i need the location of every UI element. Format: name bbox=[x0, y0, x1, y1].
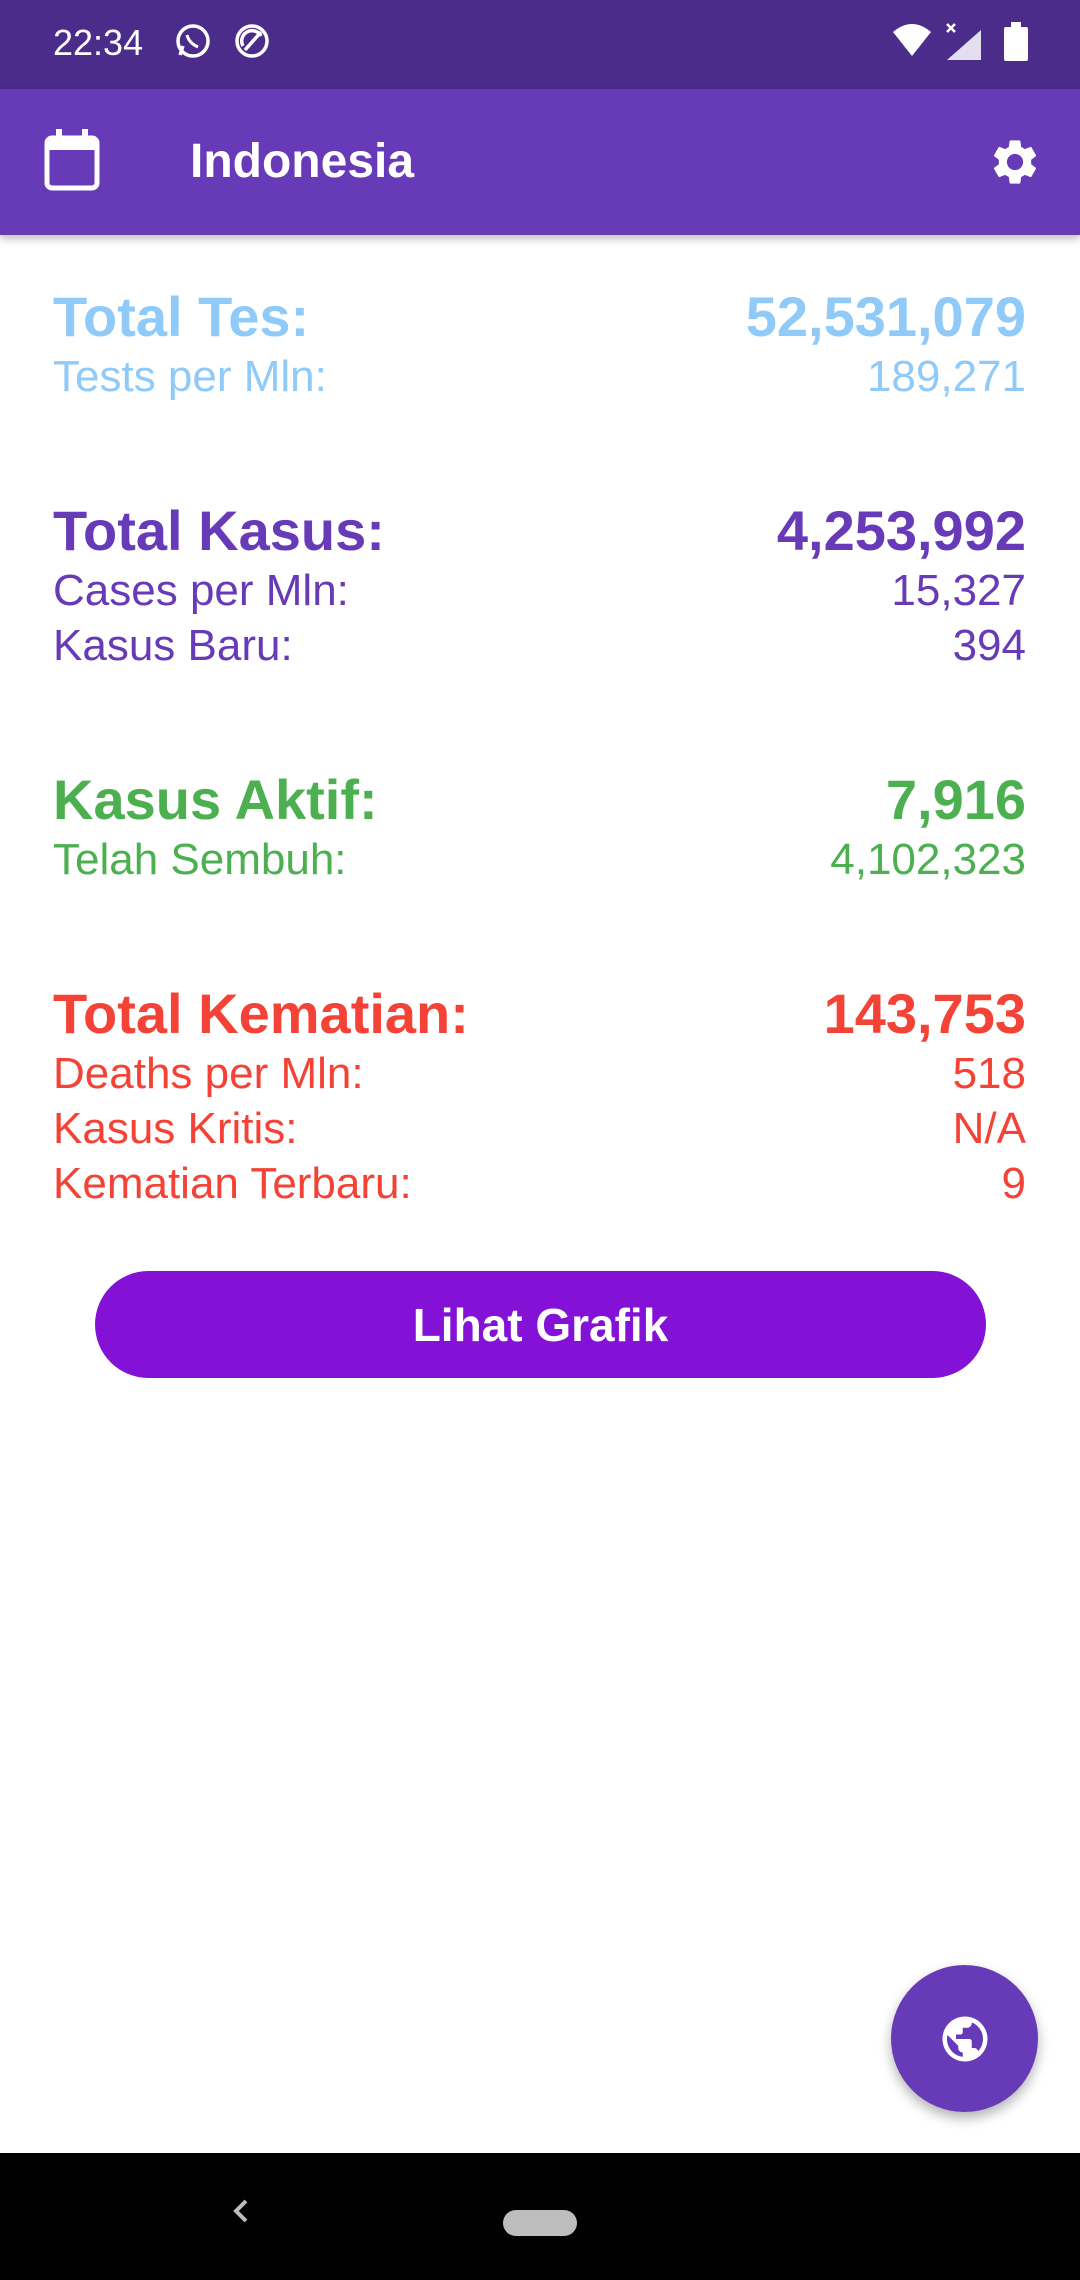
back-icon[interactable] bbox=[228, 2191, 254, 2231]
tests-per-mln-value: 189,271 bbox=[866, 352, 1026, 401]
total-cases-label: Total Kasus: bbox=[53, 499, 385, 562]
signal-icon bbox=[946, 23, 981, 60]
total-tests-label: Total Tes: bbox=[53, 285, 310, 348]
new-cases-value: 394 bbox=[952, 621, 1026, 670]
battery-icon bbox=[1004, 22, 1028, 61]
sync-icon bbox=[235, 24, 269, 58]
whatsapp-icon bbox=[176, 24, 210, 58]
view-chart-button[interactable]: Lihat Grafik bbox=[95, 1271, 986, 1378]
recovered-value: 4,102,323 bbox=[830, 835, 1026, 884]
new-cases-label: Kasus Baru: bbox=[53, 621, 293, 670]
deaths-per-mln-value: 518 bbox=[952, 1049, 1026, 1098]
gear-icon[interactable] bbox=[988, 135, 1042, 189]
active-cases-value: 7,916 bbox=[885, 768, 1026, 831]
critical-cases-value: N/A bbox=[952, 1104, 1026, 1153]
deaths-group: Total Kematian: 143,753 Deaths per Mln: … bbox=[53, 982, 1026, 1211]
stats-panel: Total Tes: 52,531,079 Tests per Mln: 189… bbox=[53, 285, 1026, 1306]
status-bar: 22:34 bbox=[0, 0, 1080, 89]
home-button[interactable] bbox=[503, 2210, 577, 2236]
active-group: Kasus Aktif: 7,916 Telah Sembuh: 4,102,3… bbox=[53, 768, 1026, 887]
total-deaths-label: Total Kematian: bbox=[53, 982, 469, 1045]
navigation-bar bbox=[0, 2153, 1080, 2280]
wifi-icon bbox=[893, 24, 931, 56]
deaths-per-mln-label: Deaths per Mln: bbox=[53, 1049, 364, 1098]
status-time: 22:34 bbox=[53, 22, 144, 63]
recovered-label: Telah Sembuh: bbox=[53, 835, 347, 884]
critical-cases-label: Kasus Kritis: bbox=[53, 1104, 298, 1153]
calendar-icon[interactable] bbox=[44, 129, 100, 191]
total-deaths-value: 143,753 bbox=[823, 982, 1026, 1045]
tests-group: Total Tes: 52,531,079 Tests per Mln: 189… bbox=[53, 285, 1026, 404]
app-bar: Indonesia bbox=[0, 89, 1080, 235]
total-cases-value: 4,253,992 bbox=[776, 499, 1026, 562]
active-cases-label: Kasus Aktif: bbox=[53, 768, 378, 831]
cases-group: Total Kasus: 4,253,992 Cases per Mln: 15… bbox=[53, 499, 1026, 673]
new-deaths-value: 9 bbox=[1001, 1159, 1026, 1208]
new-deaths-label: Kematian Terbaru: bbox=[53, 1159, 412, 1208]
globe-icon bbox=[942, 2016, 987, 2061]
page-title: Indonesia bbox=[190, 135, 415, 188]
tests-per-mln-label: Tests per Mln: bbox=[53, 352, 327, 401]
cases-per-mln-value: 15,327 bbox=[891, 566, 1026, 615]
total-tests-value: 52,531,079 bbox=[745, 285, 1026, 348]
cases-per-mln-label: Cases per Mln: bbox=[53, 566, 349, 615]
globe-fab-button[interactable] bbox=[891, 1965, 1038, 2112]
